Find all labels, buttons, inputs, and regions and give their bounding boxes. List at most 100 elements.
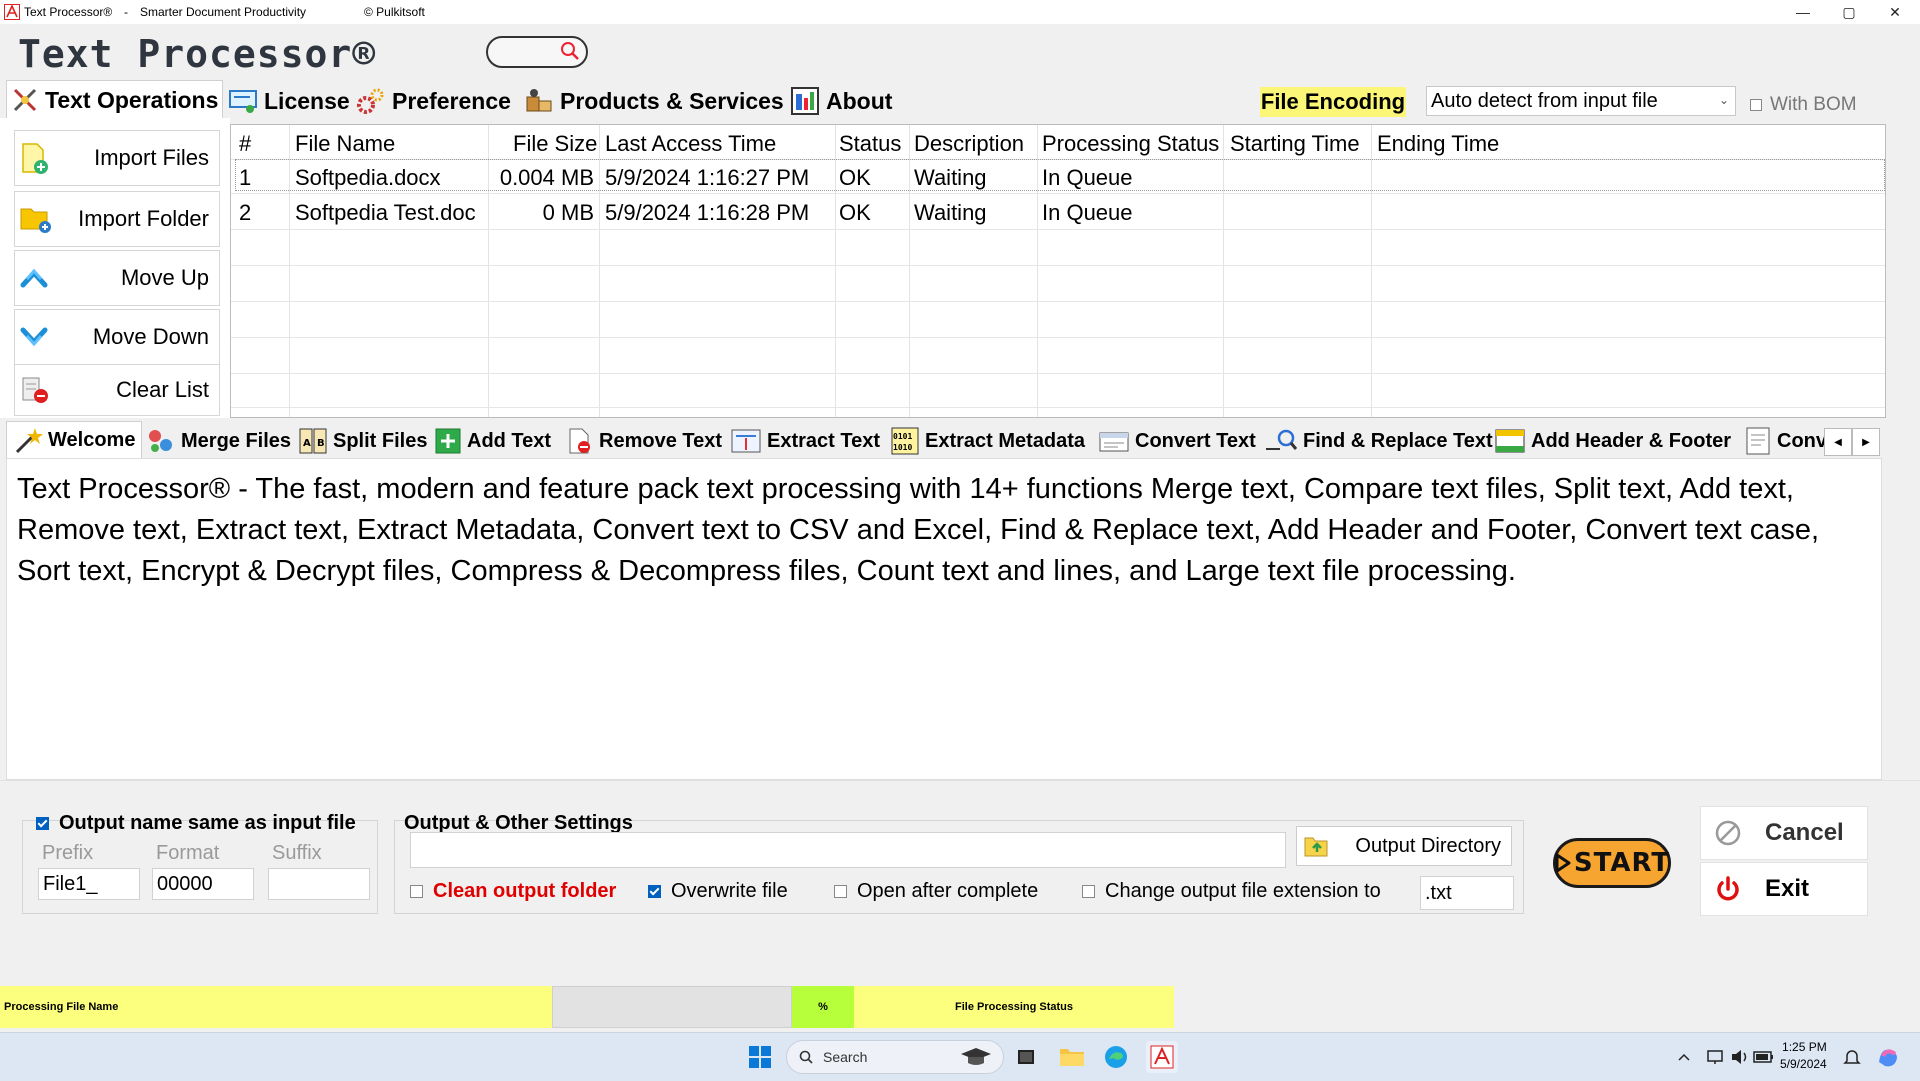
tab-about[interactable]: About (790, 84, 892, 118)
column-header-status[interactable]: Status (839, 131, 901, 157)
output-directory-label: Output Directory (1355, 834, 1501, 857)
prefix-input[interactable]: File1_ (38, 868, 140, 900)
tab-add-text[interactable]: Add Text (434, 424, 551, 458)
table-row-2-number[interactable]: 2 (239, 200, 251, 226)
clean-output-folder-checkbox[interactable]: Clean output folder (410, 880, 616, 903)
import-files-button[interactable]: Import Files (14, 130, 220, 186)
close-button[interactable]: ✕ (1872, 0, 1918, 24)
tab-find-replace-text[interactable]: Find & Replace Text (1264, 424, 1493, 458)
copilot-icon[interactable] (1872, 1041, 1904, 1073)
import-folder-button[interactable]: Import Folder (14, 191, 220, 247)
checkbox-box[interactable] (36, 817, 49, 830)
clean-output-folder-label: Clean output folder (433, 880, 617, 902)
exit-button[interactable]: Exit (1700, 862, 1868, 916)
open-after-complete-checkbox[interactable]: Open after complete (834, 880, 1038, 903)
search-box[interactable] (486, 36, 588, 68)
table-row-2-last-access[interactable]: 5/9/2024 1:16:28 PM (605, 200, 809, 226)
file-encoding-select[interactable]: Auto detect from input file ⌄ (1426, 86, 1736, 116)
start-button[interactable]: START (1553, 838, 1671, 888)
welcome-description: Text Processor® - The fast, modern and f… (17, 473, 1820, 587)
column-header-number[interactable]: # (239, 131, 251, 157)
edge-browser-icon[interactable] (1100, 1041, 1132, 1073)
table-row-1-status[interactable]: OK (839, 165, 871, 191)
tab-welcome[interactable]: Welcome (6, 421, 143, 459)
cancel-button[interactable]: Cancel (1700, 806, 1868, 860)
tab-label: Conv (1777, 429, 1827, 452)
tab-convert-case[interactable]: Conv (1744, 424, 1827, 458)
file-list-table[interactable]: # File Name File Size Last Access Time S… (230, 124, 1886, 418)
tab-extract-metadata[interactable]: 0101 1010 Extract Metadata (890, 424, 1085, 458)
clear-list-button[interactable]: Clear List (14, 364, 220, 416)
table-row-2-processing-status[interactable]: In Queue (1042, 200, 1133, 226)
search-icon[interactable] (560, 41, 580, 61)
tab-preference[interactable]: Preference (356, 84, 511, 118)
tab-convert-text[interactable]: Convert Text (1098, 424, 1256, 458)
notifications-icon[interactable] (1836, 1041, 1868, 1073)
column-header-file-size[interactable]: File Size (513, 131, 597, 157)
table-row-2-file-name[interactable]: Softpedia Test.doc (295, 200, 476, 226)
column-header-starting-time[interactable]: Starting Time (1230, 131, 1360, 157)
tab-license[interactable]: License (228, 84, 350, 118)
tab-extract-text[interactable]: Extract Text (730, 424, 880, 458)
change-extension-checkbox[interactable]: Change output file extension to (1082, 880, 1381, 903)
table-row-2-file-size[interactable]: 0 MB (491, 200, 594, 226)
tab-label: Products & Services (560, 87, 784, 114)
table-row-1-number[interactable]: 1 (239, 165, 251, 191)
column-header-ending-time[interactable]: Ending Time (1377, 131, 1499, 157)
tabs-scroll-right-button[interactable]: ▶ (1852, 428, 1880, 456)
output-directory-input[interactable] (410, 832, 1286, 868)
table-row-2-status[interactable]: OK (839, 200, 871, 226)
column-header-description[interactable]: Description (914, 131, 1024, 157)
output-directory-button[interactable]: Output Directory (1296, 826, 1512, 866)
format-input[interactable]: 00000 (152, 868, 254, 900)
task-view-icon[interactable] (1010, 1041, 1042, 1073)
table-row-2-description[interactable]: Waiting (914, 200, 987, 226)
start-label: START (1573, 848, 1671, 878)
tabs-scroll-left-button[interactable]: ◀ (1824, 428, 1852, 456)
maximize-button[interactable]: ▢ (1826, 0, 1872, 24)
checkbox-box[interactable] (1082, 885, 1095, 898)
output-name-same-checkbox[interactable]: Output name same as input file (36, 812, 356, 835)
checkbox-box[interactable] (1750, 99, 1762, 111)
extension-input[interactable]: .txt (1420, 876, 1514, 910)
tab-products-services[interactable]: Products & Services (524, 84, 784, 118)
table-row-1-file-size[interactable]: 0.004 MB (491, 165, 594, 191)
table-row-1-description[interactable]: Waiting (914, 165, 987, 191)
progress-percent: % (792, 986, 854, 1028)
overwrite-file-checkbox[interactable]: Overwrite file (648, 880, 788, 903)
clear-list-icon (19, 374, 53, 406)
windows-start-icon[interactable] (744, 1041, 776, 1073)
column-header-last-access[interactable]: Last Access Time (605, 131, 776, 157)
progress-bar (552, 986, 792, 1028)
column-header-file-name[interactable]: File Name (295, 131, 395, 157)
table-row-1-processing-status[interactable]: In Queue (1042, 165, 1133, 191)
output-name-same-label: Output name same as input file (59, 812, 356, 834)
tab-split-files[interactable]: AB Split Files (298, 424, 427, 458)
column-header-processing-status[interactable]: Processing Status (1042, 131, 1219, 157)
battery-icon[interactable] (1748, 1041, 1780, 1073)
table-row-1-last-access[interactable]: 5/9/2024 1:16:27 PM (605, 165, 809, 191)
checkbox-box[interactable] (410, 885, 423, 898)
minimize-button[interactable]: — (1780, 0, 1826, 24)
with-bom-checkbox[interactable]: With BOM (1750, 94, 1857, 116)
tab-text-operations[interactable]: Text Operations (6, 80, 224, 119)
checkbox-box[interactable] (834, 885, 847, 898)
taskbar-search[interactable]: Search (786, 1040, 1004, 1074)
suffix-input[interactable] (268, 868, 370, 900)
tab-add-header-footer[interactable]: Add Header & Footer (1494, 424, 1731, 458)
move-up-button[interactable]: Move Up (14, 250, 220, 306)
tab-label: Extract Metadata (925, 429, 1086, 452)
move-down-button[interactable]: Move Down (14, 309, 220, 365)
file-explorer-icon[interactable] (1056, 1041, 1088, 1073)
table-row-1-file-name[interactable]: Softpedia.docx (295, 165, 441, 191)
window-tagline: Smarter Document Productivity (140, 5, 307, 19)
header-footer-icon (1494, 427, 1526, 455)
text-processor-taskbar-icon[interactable] (1146, 1041, 1178, 1073)
import-folder-label: Import Folder (78, 206, 209, 231)
tab-remove-text[interactable]: Remove Text (566, 424, 722, 458)
checkbox-box[interactable] (648, 885, 661, 898)
tab-merge-files[interactable]: Merge Files (146, 424, 291, 458)
taskbar-clock[interactable]: 1:25 PM 5/9/2024 (1780, 1039, 1827, 1073)
exit-label: Exit (1765, 875, 1810, 902)
chevron-up-icon[interactable] (1668, 1041, 1700, 1073)
